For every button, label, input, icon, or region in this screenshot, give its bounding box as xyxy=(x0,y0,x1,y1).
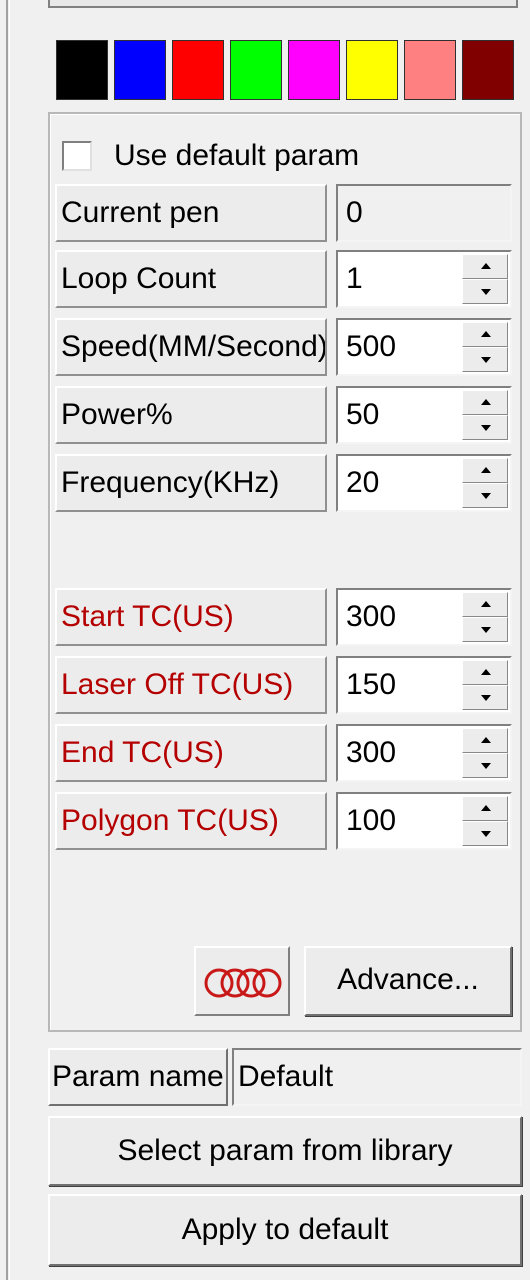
speed-label: Speed(MM/Second) xyxy=(55,318,327,376)
laser-off-tc-label: Laser Off TC(US) xyxy=(55,656,327,714)
spin-down-arrow-icon xyxy=(481,493,491,499)
loop-count-value: 1 xyxy=(346,262,363,295)
spin-up-arrow-icon xyxy=(481,737,491,743)
loop-count-label: Loop Count xyxy=(55,250,327,308)
power-spin-up[interactable] xyxy=(462,390,508,415)
speed-value: 500 xyxy=(346,330,397,363)
spin-down-arrow-icon xyxy=(481,627,491,633)
spin-up-arrow-icon xyxy=(481,331,491,337)
spin-up-arrow-icon xyxy=(481,669,491,675)
pen-color-swatch-7[interactable] xyxy=(404,40,456,100)
use-default-param-checkbox[interactable] xyxy=(62,141,92,171)
spin-down-arrow-icon xyxy=(481,289,491,295)
frequency-spin-up[interactable] xyxy=(462,458,508,483)
current-pen-value: 0 xyxy=(346,196,363,229)
pen-color-swatch-2[interactable] xyxy=(114,40,166,100)
four-rings-logo-icon xyxy=(204,968,282,998)
polygon-tc-spinner[interactable] xyxy=(462,796,508,846)
pen-color-swatch-8[interactable] xyxy=(462,40,514,100)
start-tc-input[interactable]: 300 xyxy=(336,588,512,646)
frequency-input[interactable]: 20 xyxy=(336,454,512,512)
pen-color-swatch-4[interactable] xyxy=(230,40,282,100)
frequency-spin-down[interactable] xyxy=(462,483,508,508)
spin-down-arrow-icon xyxy=(481,357,491,363)
pen-color-swatch-6[interactable] xyxy=(346,40,398,100)
spin-up-arrow-icon xyxy=(481,263,491,269)
polygon-tc-spin-down[interactable] xyxy=(462,821,508,846)
loop-count-spin-down[interactable] xyxy=(462,279,508,304)
end-tc-label: End TC(US) xyxy=(55,724,327,782)
power-value: 50 xyxy=(346,398,380,431)
speed-input[interactable]: 500 xyxy=(336,318,512,376)
pen-color-swatch-3[interactable] xyxy=(172,40,224,100)
spin-down-arrow-icon xyxy=(481,695,491,701)
loop-count-spinner[interactable] xyxy=(462,254,508,304)
laser-off-tc-spinner[interactable] xyxy=(462,660,508,710)
end-tc-spin-up[interactable] xyxy=(462,728,508,753)
current-pen-field: 0 xyxy=(336,184,512,242)
apply-to-default-button[interactable]: Apply to default xyxy=(48,1194,522,1266)
frequency-spinner[interactable] xyxy=(462,458,508,508)
spin-down-arrow-icon xyxy=(481,763,491,769)
spin-up-arrow-icon xyxy=(481,399,491,405)
spin-up-arrow-icon xyxy=(481,805,491,811)
param-name-label: Param name xyxy=(48,1048,228,1106)
laser-off-tc-spin-down[interactable] xyxy=(462,685,508,710)
spin-down-arrow-icon xyxy=(481,425,491,431)
polygon-tc-value: 100 xyxy=(346,804,397,837)
power-spin-down[interactable] xyxy=(462,415,508,440)
spin-up-arrow-icon xyxy=(481,601,491,607)
power-input[interactable]: 50 xyxy=(336,386,512,444)
speed-spin-down[interactable] xyxy=(462,347,508,372)
pen-color-swatch-1[interactable] xyxy=(56,40,108,100)
panel-left-highlight xyxy=(9,0,10,1280)
polygon-tc-spin-up[interactable] xyxy=(462,796,508,821)
start-tc-label: Start TC(US) xyxy=(55,588,327,646)
panel-left-border xyxy=(6,0,8,1280)
laser-off-tc-value: 150 xyxy=(346,668,397,701)
pen-color-swatch-5[interactable] xyxy=(288,40,340,100)
speed-spin-up[interactable] xyxy=(462,322,508,347)
start-tc-spinner[interactable] xyxy=(462,592,508,642)
laser-off-tc-spin-up[interactable] xyxy=(462,660,508,685)
end-tc-input[interactable]: 300 xyxy=(336,724,512,782)
laser-off-tc-input[interactable]: 150 xyxy=(336,656,512,714)
power-label: Power% xyxy=(55,386,327,444)
frequency-value: 20 xyxy=(346,466,380,499)
power-spinner[interactable] xyxy=(462,390,508,440)
loop-count-spin-up[interactable] xyxy=(462,254,508,279)
select-param-from-library-button[interactable]: Select param from library xyxy=(48,1116,522,1186)
polygon-tc-label: Polygon TC(US) xyxy=(55,792,327,850)
param-name-field[interactable]: Default xyxy=(232,1048,522,1106)
advance-button[interactable]: Advance... xyxy=(304,946,512,1016)
use-default-param-row[interactable]: Use default param xyxy=(62,136,359,176)
start-tc-spin-down[interactable] xyxy=(462,617,508,642)
start-tc-value: 300 xyxy=(346,600,397,633)
four-rings-logo-button[interactable] xyxy=(194,946,290,1016)
speed-spinner[interactable] xyxy=(462,322,508,372)
top-partial-button[interactable] xyxy=(48,0,518,8)
use-default-param-label: Use default param xyxy=(114,139,360,172)
polygon-tc-input[interactable]: 100 xyxy=(336,792,512,850)
spin-up-arrow-icon xyxy=(481,467,491,473)
pen-color-palette xyxy=(56,40,514,100)
current-pen-label: Current pen xyxy=(55,184,327,242)
loop-count-input[interactable]: 1 xyxy=(336,250,512,308)
start-tc-spin-up[interactable] xyxy=(462,592,508,617)
frequency-label: Frequency(KHz) xyxy=(55,454,327,512)
end-tc-spinner[interactable] xyxy=(462,728,508,778)
spin-down-arrow-icon xyxy=(481,831,491,837)
end-tc-spin-down[interactable] xyxy=(462,753,508,778)
end-tc-value: 300 xyxy=(346,736,397,769)
